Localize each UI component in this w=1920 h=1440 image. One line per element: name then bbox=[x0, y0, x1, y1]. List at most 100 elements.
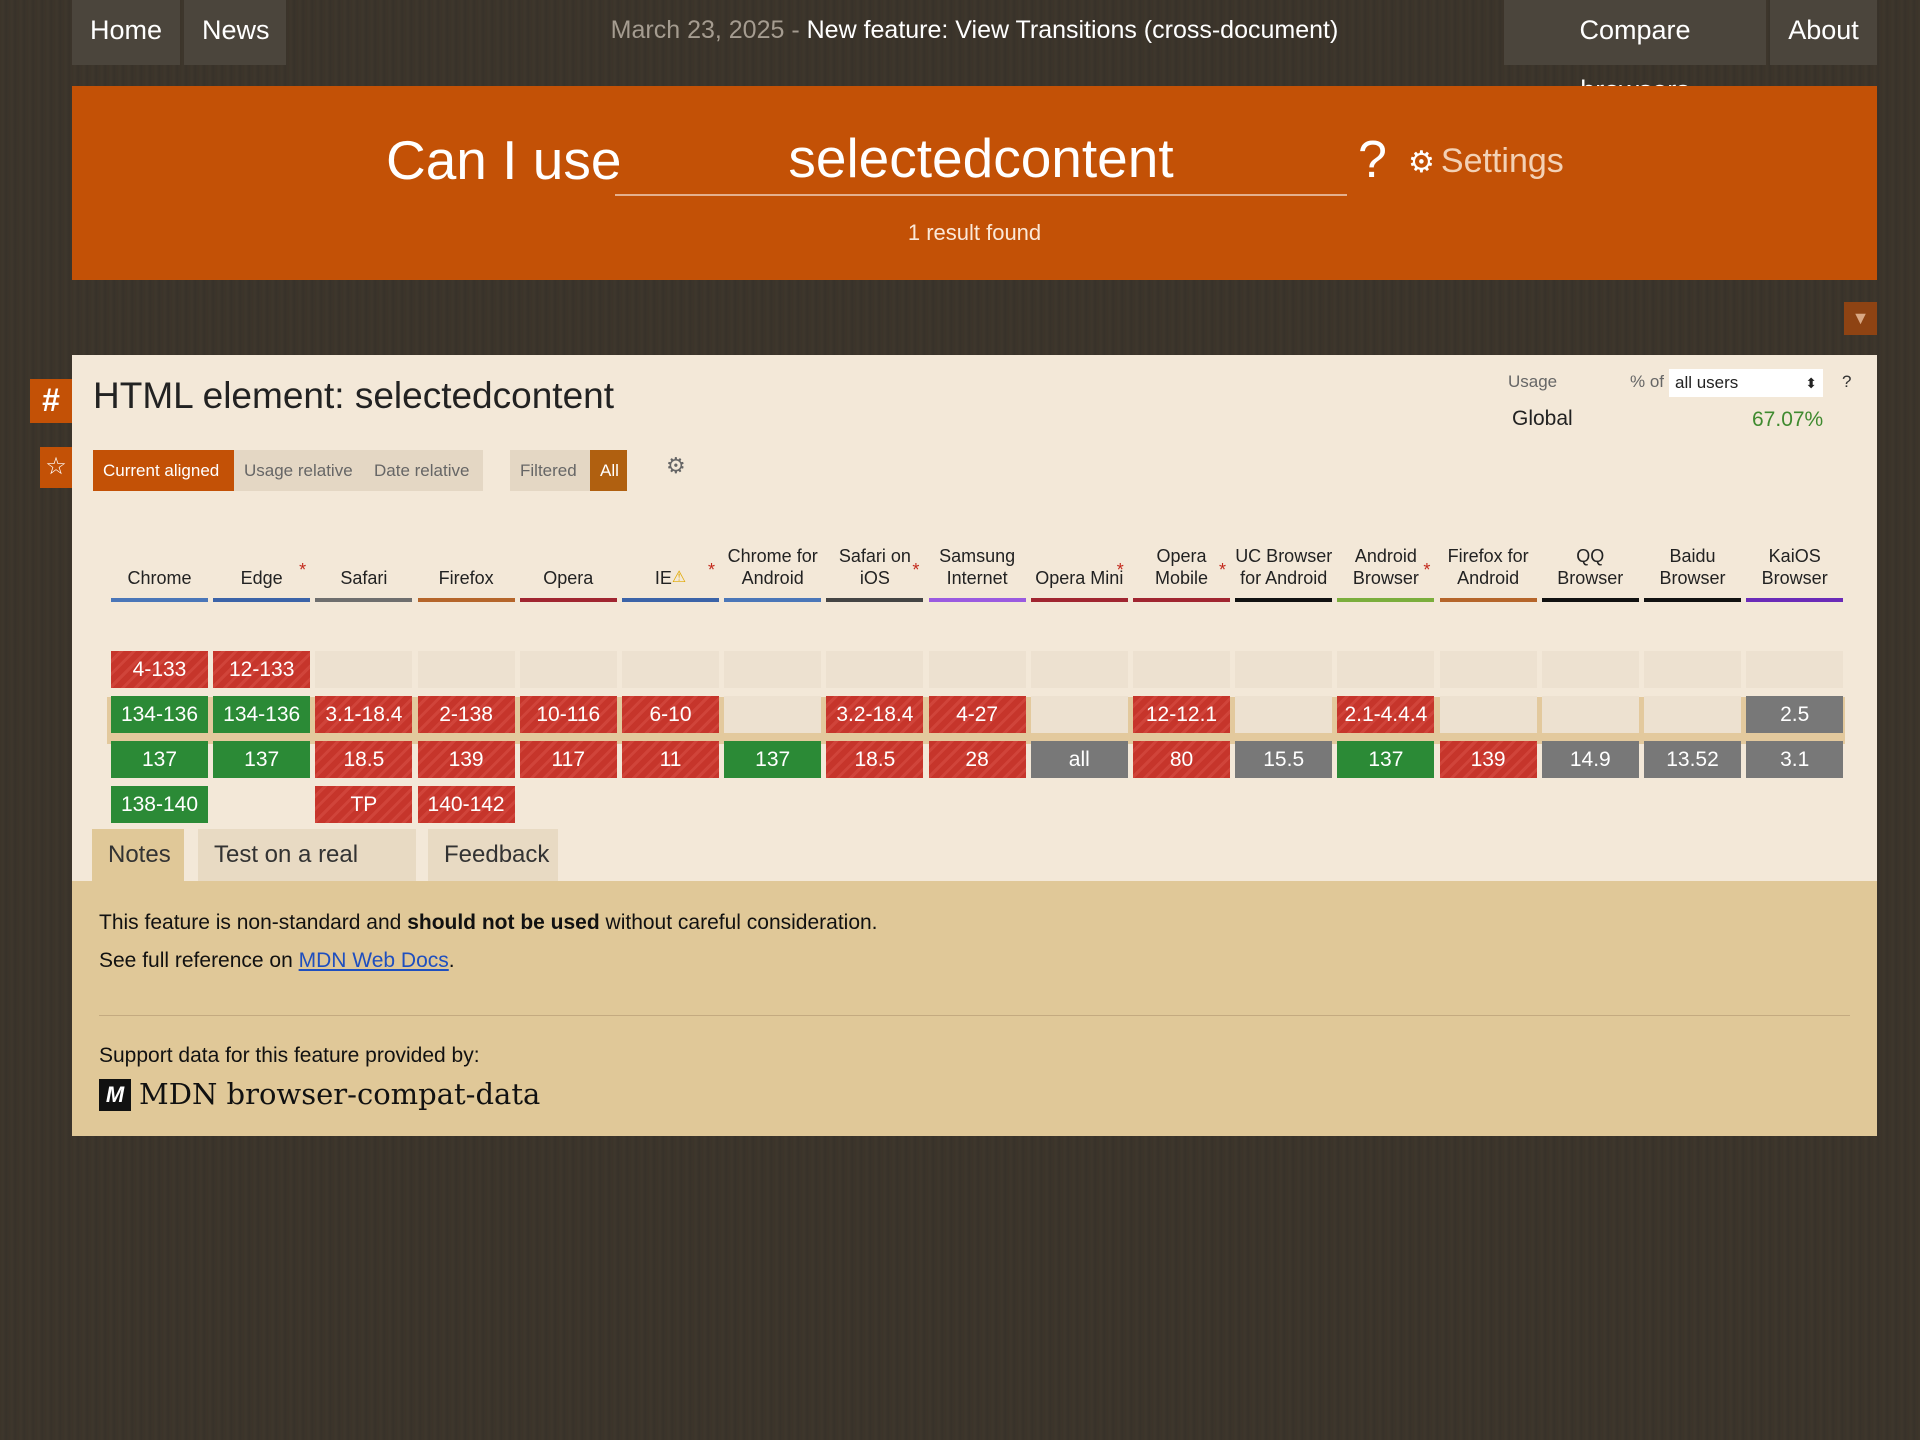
browser-color-bar bbox=[1133, 598, 1230, 602]
tab-notes[interactable]: Notes bbox=[92, 829, 184, 881]
support-cell bbox=[1235, 651, 1333, 688]
support-cell[interactable]: 137 bbox=[724, 741, 822, 778]
support-cell[interactable]: 140-142 bbox=[417, 786, 515, 823]
support-cell[interactable]: 2.5 bbox=[1746, 696, 1844, 733]
permalink-hash-icon[interactable]: # bbox=[30, 379, 72, 423]
browser-name: Opera bbox=[543, 568, 594, 588]
announcement-link[interactable]: New feature: View Transitions (cross-doc… bbox=[807, 16, 1339, 44]
tab-usage-relative[interactable]: Usage relative bbox=[234, 450, 364, 491]
note-asterisk-icon: * bbox=[912, 560, 920, 580]
support-cell[interactable]: 15.5 bbox=[1235, 741, 1333, 778]
tab-test-real-browser[interactable]: Test on a real browser bbox=[198, 829, 416, 920]
support-cell[interactable]: 3.1-18.4 bbox=[315, 696, 413, 733]
nav-news-link[interactable]: News bbox=[184, 0, 286, 65]
support-cell[interactable]: 4-27 bbox=[928, 696, 1026, 733]
support-cell[interactable]: 117 bbox=[519, 741, 617, 778]
browser-header[interactable]: UC Browser for Android bbox=[1235, 505, 1332, 597]
mdn-bcd-label: MDN browser-compat-data bbox=[139, 1077, 541, 1111]
mdn-logo-icon: M bbox=[99, 1079, 131, 1111]
support-cell[interactable]: 138-140 bbox=[111, 786, 208, 823]
support-cell[interactable]: 2.1-4.4.4 bbox=[1337, 696, 1435, 733]
support-cell[interactable]: 3.1 bbox=[1746, 741, 1844, 778]
support-cell[interactable]: 3.2-18.4 bbox=[826, 696, 924, 733]
support-cell[interactable]: 137 bbox=[111, 741, 208, 778]
browser-header[interactable]: Samsung Internet bbox=[929, 505, 1026, 597]
browser-header[interactable]: Baidu Browser bbox=[1644, 505, 1741, 597]
browser-color-bar bbox=[622, 598, 719, 602]
browser-header[interactable]: Edge * bbox=[213, 505, 310, 597]
usage-label: Usage bbox=[1508, 372, 1558, 391]
browser-header[interactable]: IE ⚠ * bbox=[622, 505, 719, 597]
browser-name: Samsung Internet bbox=[939, 546, 1016, 588]
browser-header[interactable]: Opera Mini * bbox=[1031, 505, 1128, 597]
gear-icon: ⚙ bbox=[1408, 146, 1435, 179]
result-count: 1 result found bbox=[907, 220, 1042, 245]
browser-header[interactable]: Firefox bbox=[418, 505, 515, 597]
browser-header[interactable]: Android Browser * bbox=[1337, 505, 1434, 597]
support-cell bbox=[1337, 651, 1435, 688]
support-cell[interactable]: 12-12.1 bbox=[1133, 696, 1230, 733]
filter-icon[interactable]: ▼ bbox=[1844, 302, 1877, 335]
support-cell bbox=[622, 651, 719, 688]
support-cell[interactable]: 137 bbox=[1337, 741, 1435, 778]
support-cell[interactable]: all bbox=[1030, 741, 1128, 778]
settings-label: Settings bbox=[1440, 142, 1564, 180]
tab-date-relative[interactable]: Date relative bbox=[364, 450, 483, 491]
support-cell[interactable]: 6-10 bbox=[622, 696, 719, 733]
support-cell bbox=[1133, 651, 1230, 688]
browser-header[interactable]: Opera Mobile * bbox=[1133, 505, 1230, 597]
support-cell[interactable]: 134-136 bbox=[111, 696, 208, 733]
support-cell[interactable]: 134-136 bbox=[213, 696, 311, 733]
browser-name: UC Browser for Android bbox=[1235, 546, 1333, 588]
browser-header[interactable]: QQ Browser bbox=[1542, 505, 1639, 597]
support-cell[interactable]: 18.5 bbox=[315, 741, 413, 778]
nav-about-link[interactable]: About bbox=[1770, 0, 1877, 65]
support-cell[interactable]: 13.52 bbox=[1644, 741, 1741, 778]
support-cell[interactable]: 80 bbox=[1133, 741, 1230, 778]
tab-current-aligned[interactable]: Current aligned bbox=[93, 450, 234, 491]
support-cell[interactable]: 139 bbox=[1439, 741, 1537, 778]
note-emphasis: should not be used bbox=[407, 911, 600, 934]
support-cell[interactable]: 14.9 bbox=[1541, 741, 1639, 778]
gear-icon[interactable]: ⚙ bbox=[666, 453, 686, 479]
support-cell[interactable]: 139 bbox=[417, 741, 515, 778]
note-reference: See full reference on MDN Web Docs. bbox=[99, 949, 455, 973]
star-icon[interactable]: ☆ bbox=[40, 447, 72, 488]
browser-color-bar bbox=[724, 598, 822, 602]
browser-header[interactable]: KaiOS Browser bbox=[1746, 505, 1843, 597]
browser-header[interactable]: Safari on iOS * bbox=[826, 505, 923, 597]
browser-header[interactable]: Opera bbox=[520, 505, 617, 597]
nav-compare-link[interactable]: Compare browsers bbox=[1504, 0, 1766, 105]
support-cell bbox=[1030, 651, 1128, 688]
tab-feedback[interactable]: Feedback bbox=[428, 829, 558, 881]
settings-button[interactable]: ⚙ Settings bbox=[1408, 142, 1564, 181]
note-asterisk-icon: * bbox=[1116, 560, 1124, 580]
search-input[interactable]: selectedcontent bbox=[615, 130, 1347, 196]
usage-help-icon[interactable]: ? bbox=[1842, 372, 1851, 392]
browser-header[interactable]: Firefox for Android bbox=[1440, 505, 1537, 597]
browser-header[interactable]: Chrome for Android bbox=[724, 505, 821, 597]
note-text: without careful consideration. bbox=[599, 911, 878, 934]
support-cell[interactable]: TP bbox=[315, 786, 413, 823]
browser-header[interactable]: Chrome bbox=[111, 505, 208, 597]
support-cell[interactable]: 12-133 bbox=[213, 651, 311, 688]
support-cell[interactable]: 10-116 bbox=[519, 696, 617, 733]
support-cell[interactable]: 4-133 bbox=[111, 651, 208, 688]
support-cell bbox=[826, 651, 924, 688]
tab-all[interactable]: All bbox=[590, 450, 627, 491]
browser-color-bar bbox=[928, 598, 1026, 602]
tab-filtered[interactable]: Filtered bbox=[510, 450, 590, 491]
search-help-icon[interactable]: ? bbox=[1358, 130, 1387, 190]
support-cell[interactable]: 137 bbox=[213, 741, 311, 778]
support-cell[interactable]: 11 bbox=[622, 741, 719, 778]
support-cell[interactable]: 18.5 bbox=[826, 741, 924, 778]
browser-name: KaiOS Browser bbox=[1761, 546, 1828, 588]
mdn-docs-link[interactable]: MDN Web Docs bbox=[299, 949, 449, 972]
support-cell[interactable]: 2-138 bbox=[417, 696, 515, 733]
percent-of-label: % of bbox=[1630, 372, 1665, 391]
nav-home-link[interactable]: Home bbox=[72, 0, 180, 65]
browser-header[interactable]: Safari bbox=[315, 505, 412, 597]
support-cell[interactable]: 28 bbox=[928, 741, 1026, 778]
browser-name: Safari on iOS bbox=[838, 546, 911, 588]
users-select[interactable]: all users ⬍ bbox=[1669, 369, 1823, 397]
